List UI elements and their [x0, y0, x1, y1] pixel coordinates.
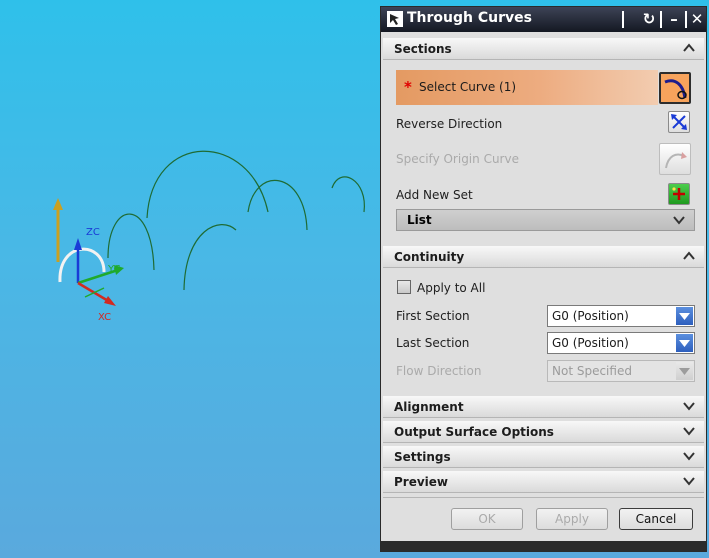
specify-origin-curve-label: Specify Origin Curve [396, 152, 519, 166]
section-curve-1 [107, 213, 155, 271]
wcs-triad [53, 198, 124, 306]
section-curve-5 [331, 176, 365, 213]
section-curve-2 [146, 150, 269, 219]
footer-divider [383, 497, 704, 498]
dropdown-arrow-icon[interactable] [676, 334, 693, 352]
chevron-up-icon[interactable] [682, 249, 696, 263]
add-new-set-label: Add New Set [396, 188, 473, 202]
chevron-down-icon[interactable] [682, 449, 696, 463]
flow-direction-label: Flow Direction [396, 364, 482, 378]
dialog-title: Through Curves [407, 10, 532, 26]
output-surface-options-group-label: Output Surface Options [394, 425, 554, 439]
list-label: List [407, 213, 432, 227]
reverse-direction-label: Reverse Direction [396, 117, 503, 131]
last-section-select[interactable]: G0 (Position) [547, 332, 695, 354]
chevron-up-icon[interactable] [682, 41, 696, 55]
reset-icon[interactable]: ↻ [639, 10, 659, 29]
cancel-button[interactable]: Cancel [619, 508, 693, 530]
list-toggle[interactable]: List [396, 209, 695, 231]
dropdown-arrow-icon[interactable] [676, 307, 693, 325]
last-section-label: Last Section [396, 336, 470, 350]
chevron-down-icon[interactable] [682, 474, 696, 488]
select-curve-label: Select Curve (1) [419, 80, 517, 94]
select-curve-row[interactable]: * Select Curve (1) [396, 70, 658, 105]
dialog-bottom-strip [381, 541, 706, 551]
first-section-select[interactable]: G0 (Position) [547, 305, 695, 327]
required-marker: * [404, 78, 412, 96]
chevron-down-icon[interactable] [672, 213, 686, 227]
alignment-group-label: Alignment [394, 400, 464, 414]
chevron-down-icon[interactable] [682, 399, 696, 413]
apply-to-all-label: Apply to All [417, 281, 486, 295]
curve-selection-icon[interactable] [659, 72, 691, 104]
through-curves-dialog: Through Curves ↻ – ✕ Sections * Select C… [380, 6, 707, 552]
continuity-group-header[interactable]: Continuity [383, 246, 704, 268]
dialog-titlebar[interactable]: Through Curves ↻ – ✕ [381, 7, 706, 32]
settings-group-header[interactable]: Settings [383, 446, 704, 468]
sections-group-header[interactable]: Sections [383, 38, 704, 60]
first-section-label: First Section [396, 309, 470, 323]
close-icon[interactable]: ✕ [687, 10, 707, 29]
preview-group-label: Preview [394, 475, 449, 489]
alignment-group-header[interactable]: Alignment [383, 396, 704, 418]
section-curve-4 [247, 179, 308, 231]
section-curve-3 [183, 224, 237, 291]
add-new-set-icon[interactable] [668, 183, 690, 205]
viewport-scene: ZC YC XC [53, 150, 365, 323]
sections-group-label: Sections [394, 42, 452, 56]
zc-label: ZC [86, 227, 100, 238]
last-section-value: G0 (Position) [552, 336, 629, 350]
first-section-value: G0 (Position) [552, 309, 629, 323]
apply-to-all-checkbox[interactable] [397, 280, 411, 294]
settings-group-label: Settings [394, 450, 451, 464]
xc-label: XC [98, 312, 111, 323]
minimize-icon[interactable]: – [664, 10, 684, 29]
continuity-group-label: Continuity [394, 250, 465, 264]
reverse-direction-icon[interactable] [668, 111, 690, 133]
output-surface-options-group-header[interactable]: Output Surface Options [383, 421, 704, 443]
yc-label: YC [107, 264, 121, 275]
titlebar-separator [660, 11, 662, 28]
chevron-down-icon[interactable] [682, 424, 696, 438]
flow-direction-value: Not Specified [552, 364, 632, 378]
preview-group-header[interactable]: Preview [383, 471, 704, 493]
origin-curve-icon[interactable] [659, 143, 691, 175]
flow-direction-select[interactable]: Not Specified [547, 360, 695, 382]
ok-button[interactable]: OK [451, 508, 523, 530]
dropdown-arrow-icon[interactable] [676, 362, 693, 380]
titlebar-separator [622, 11, 624, 28]
apply-button[interactable]: Apply [536, 508, 608, 530]
dialog-arrow-icon [387, 11, 403, 27]
